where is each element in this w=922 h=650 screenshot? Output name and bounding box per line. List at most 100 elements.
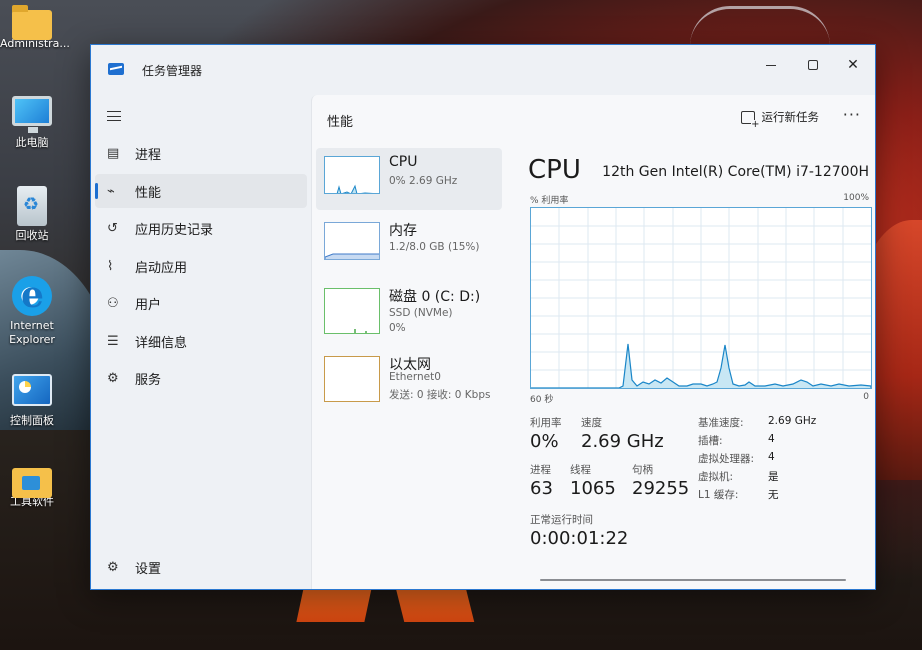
performance-page: 性能 运行新任务 ··· CPU 0% 2.69 GHz bbox=[311, 95, 875, 589]
processes-label: 进程 bbox=[530, 464, 551, 476]
spec-value: 无 bbox=[768, 489, 779, 501]
memory-mini-graph-svg bbox=[325, 253, 379, 259]
wallpaper-logo-left bbox=[296, 588, 372, 622]
performance-icon: ⌁ bbox=[107, 183, 115, 199]
sidebar-item-startup-apps[interactable]: ⌇ 启动应用 bbox=[95, 249, 307, 283]
tile-detail: 发送: 0 接收: 0 Kbps bbox=[389, 389, 491, 401]
tile-name: 磁盘 0 (C: D:) bbox=[389, 289, 481, 305]
sidebar-item-label: 应用历史记录 bbox=[135, 222, 214, 238]
cpu-mini-graph bbox=[324, 156, 380, 194]
threads-label: 线程 bbox=[570, 464, 591, 476]
desktop-icon-tools[interactable]: 工具软件 bbox=[0, 462, 64, 509]
sidebar-item-processes[interactable]: ▤ 进程 bbox=[95, 136, 307, 170]
spec-value: 4 bbox=[768, 451, 775, 463]
sidebar-item-services[interactable]: ⚙ 服务 bbox=[95, 361, 307, 395]
desktop-icon-recycle-bin[interactable]: 回收站 bbox=[0, 186, 64, 243]
minimize-button[interactable] bbox=[751, 51, 791, 79]
sidebar-item-performance[interactable]: ⌁ 性能 bbox=[95, 174, 307, 208]
desktop-icon-administrator[interactable]: Administra... bbox=[0, 4, 70, 51]
recycle-bin-icon bbox=[17, 186, 47, 226]
more-options-icon[interactable]: ··· bbox=[843, 105, 861, 124]
new-task-icon bbox=[740, 110, 760, 130]
sidebar-item-label: 用户 bbox=[135, 297, 162, 313]
desktop-icon-label: 此电脑 bbox=[15, 136, 49, 149]
wallpaper-logo-right bbox=[395, 588, 475, 622]
sidebar-item-details[interactable]: ☰ 详细信息 bbox=[95, 324, 307, 358]
utilization-value: 0% bbox=[530, 431, 559, 452]
sidebar-item-label: 服务 bbox=[135, 372, 162, 388]
uptime-value: 0:00:01:22 bbox=[530, 528, 629, 549]
startup-icon: ⌇ bbox=[107, 258, 114, 274]
handles-value: 29255 bbox=[632, 478, 690, 499]
minimize-icon bbox=[766, 64, 776, 66]
disk-mini-graph-svg bbox=[354, 329, 367, 333]
resource-list: CPU 0% 2.69 GHz 内存 1.2/8.0 GB (15%) 磁盘 0… bbox=[316, 148, 502, 414]
maximize-icon bbox=[808, 60, 818, 70]
spec-key: L1 缓存: bbox=[698, 489, 739, 501]
desktop-icon-label: 控制面板 bbox=[10, 414, 54, 427]
tile-name: 内存 bbox=[389, 223, 417, 239]
spec-key: 插槽: bbox=[698, 435, 723, 447]
speed-label: 速度 bbox=[581, 417, 602, 429]
hamburger-menu-icon[interactable] bbox=[107, 111, 121, 121]
uptime-label: 正常运行时间 bbox=[530, 514, 593, 526]
resource-tile-memory[interactable]: 内存 1.2/8.0 GB (15%) bbox=[316, 214, 502, 276]
spec-key: 虚拟处理器: bbox=[698, 453, 755, 465]
spec-key: 虚拟机: bbox=[698, 471, 734, 483]
graph-x-right-label: 0 bbox=[863, 392, 869, 402]
settings-gear-icon: ⚙ bbox=[107, 559, 119, 575]
utilization-label: 利用率 bbox=[530, 417, 562, 429]
processes-value: 63 bbox=[530, 478, 553, 499]
spec-value: 4 bbox=[768, 433, 775, 445]
disk-mini-graph bbox=[324, 288, 380, 334]
window-title: 任务管理器 bbox=[142, 64, 203, 78]
folder-icon bbox=[12, 5, 52, 40]
close-button[interactable]: ✕ bbox=[833, 51, 873, 79]
spec-value: 2.69 GHz bbox=[768, 415, 817, 427]
sidebar-item-label: 进程 bbox=[135, 147, 162, 163]
sidebar-item-settings[interactable]: ⚙ 设置 bbox=[95, 550, 307, 584]
tile-name: CPU bbox=[389, 154, 418, 170]
desktop-icon-internet-explorer[interactable]: Internet Explorer bbox=[0, 274, 64, 347]
processes-icon: ▤ bbox=[107, 145, 120, 161]
task-manager-window: 任务管理器 ✕ ▤ 进程 ⌁ 性能 ↺ 应用历史记录 ⌇ 启动应用 ⚇ 用户 ☰… bbox=[90, 44, 876, 590]
tools-folder-icon bbox=[12, 468, 52, 498]
resource-tile-cpu[interactable]: CPU 0% 2.69 GHz bbox=[316, 148, 502, 210]
sidebar-item-label: 性能 bbox=[135, 185, 162, 201]
tile-detail: 0% bbox=[389, 322, 406, 334]
speed-value: 2.69 GHz bbox=[581, 431, 664, 452]
spec-key: 基准速度: bbox=[698, 417, 744, 429]
history-icon: ↺ bbox=[107, 220, 118, 236]
users-icon: ⚇ bbox=[107, 295, 119, 311]
sidebar-item-users[interactable]: ⚇ 用户 bbox=[95, 286, 307, 320]
sidebar-item-label: 启动应用 bbox=[135, 260, 188, 276]
title-bar[interactable]: 任务管理器 ✕ bbox=[91, 45, 875, 93]
sidebar-item-label: 设置 bbox=[135, 561, 162, 577]
cpu-utilization-graph bbox=[530, 207, 872, 389]
threads-value: 1065 bbox=[570, 478, 616, 499]
tile-detail: Ethernet0 bbox=[389, 371, 441, 383]
cpu-utilization-graph-svg bbox=[531, 208, 872, 389]
desktop-icon-control-panel[interactable]: 控制面板 bbox=[0, 374, 64, 428]
horizontal-scrollbar[interactable] bbox=[540, 579, 846, 581]
sidebar-item-app-history[interactable]: ↺ 应用历史记录 bbox=[95, 211, 307, 245]
cpu-heading: CPU bbox=[528, 155, 581, 185]
run-new-task-label: 运行新任务 bbox=[761, 110, 820, 124]
graph-x-left-label: 60 秒 bbox=[530, 395, 554, 405]
computer-icon bbox=[12, 96, 52, 133]
page-title: 性能 bbox=[327, 115, 354, 130]
close-icon: ✕ bbox=[847, 57, 859, 73]
cpu-mini-graph-svg bbox=[336, 184, 374, 193]
maximize-button[interactable] bbox=[793, 51, 833, 79]
graph-y-label: % 利用率 bbox=[530, 196, 569, 206]
wallpaper-arc bbox=[690, 6, 830, 46]
run-new-task-button[interactable]: 运行新任务 bbox=[740, 109, 820, 130]
task-manager-icon bbox=[108, 63, 124, 75]
desktop-icon-this-pc[interactable]: 此电脑 bbox=[0, 96, 64, 150]
desktop-icon-label: 回收站 bbox=[15, 229, 49, 242]
handles-label: 句柄 bbox=[632, 464, 653, 476]
internet-explorer-icon bbox=[12, 274, 52, 316]
resource-tile-disk[interactable]: 磁盘 0 (C: D:) SSD (NVMe) 0% bbox=[316, 280, 502, 344]
resource-tile-ethernet[interactable]: 以太网 Ethernet0 发送: 0 接收: 0 Kbps bbox=[316, 348, 502, 410]
desktop-icon-label: Internet Explorer bbox=[9, 319, 55, 346]
